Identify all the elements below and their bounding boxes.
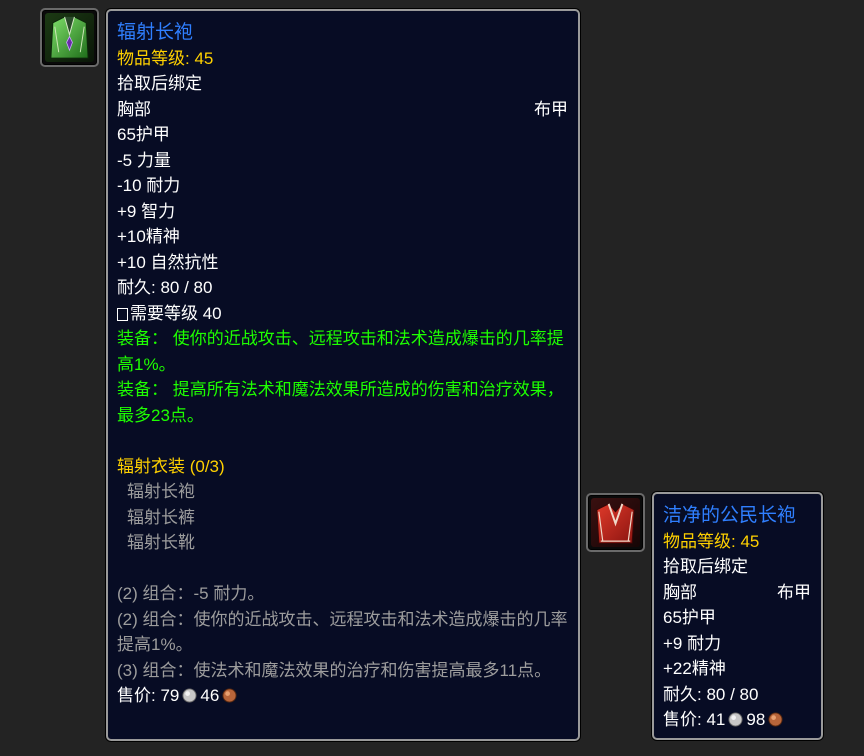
item-sell-price: 售价: 79 46 — [117, 683, 568, 709]
copper-coin-icon — [222, 688, 237, 703]
sell-price-copper: 98 — [746, 710, 766, 729]
item-set-bonus: (2) 组合：-5 耐力。 — [117, 584, 265, 603]
sell-price-copper: 46 — [200, 686, 220, 705]
item-level: 物品等级: 45 — [117, 48, 214, 68]
item-stat: +22精神 — [663, 659, 726, 678]
item-slot-row: 胸部 布甲 — [117, 97, 568, 123]
item-set-piece: 辐射长裤 — [127, 507, 195, 527]
item-set-piece: 辐射长靴 — [127, 533, 195, 552]
item-stat: -5 力量 — [117, 150, 171, 170]
item-slot: 胸部 — [117, 99, 151, 119]
item-slot-row: 胸部 布甲 — [663, 580, 811, 606]
sell-price-silver: 79 — [160, 686, 180, 705]
item-armor: 65护甲 — [117, 125, 170, 144]
item-stat: +10 自然抗性 — [117, 252, 219, 272]
sell-price-label: 售价: — [117, 686, 161, 705]
item-stat: +10精神 — [117, 227, 180, 246]
item-required-level: 需要等级 40 — [130, 303, 222, 323]
silver-coin-icon — [182, 688, 197, 703]
copper-coin-icon — [768, 712, 783, 727]
item-sell-price: 售价: 41 98 — [663, 707, 811, 733]
item-name: 洁净的公民长袍 — [663, 505, 797, 526]
item-tooltip-compare: 洁净的公民长袍 物品等级: 45 拾取后绑定 胸部 布甲 65护甲 +9 耐力 … — [652, 492, 823, 740]
item-icon-red-robe[interactable] — [586, 493, 645, 552]
item-stat: +9 耐力 — [663, 633, 722, 653]
item-armor-type: 布甲 — [534, 99, 568, 119]
item-level: 物品等级: 45 — [663, 531, 760, 551]
item-set-piece: 辐射长袍 — [127, 482, 195, 501]
red-robe-icon — [591, 498, 640, 547]
item-armor-type: 布甲 — [777, 582, 811, 602]
item-stat: -10 耐力 — [117, 176, 181, 195]
sell-price-silver: 41 — [706, 710, 726, 729]
silver-coin-icon — [728, 712, 743, 727]
item-set-name: 辐射衣装 (0/3) — [117, 456, 225, 476]
item-binding: 拾取后绑定 — [117, 74, 202, 93]
item-set-bonus: (3) 组合：使法术和魔法效果的治疗和伤害提高最多11点。 — [117, 660, 552, 680]
item-equip-effect: 装备： 使你的近战攻击、远程攻击和法术造成爆击的几率提高1%。 — [117, 329, 564, 374]
item-tooltip-main: 辐射长袍 物品等级: 45 拾取后绑定 胸部 布甲 65护甲 -5 力量 -10… — [106, 9, 580, 741]
item-name: 辐射长袍 — [117, 22, 194, 43]
item-armor: 65护甲 — [663, 608, 716, 627]
sell-price-label: 售价: — [663, 710, 707, 729]
item-set-bonus: (2) 组合：使你的近战攻击、远程攻击和法术造成爆击的几率提高1%。 — [117, 609, 568, 655]
item-icon-green-robe[interactable] — [40, 8, 99, 67]
item-stat: +9 智力 — [117, 201, 176, 221]
green-robe-icon — [45, 13, 94, 62]
item-binding: 拾取后绑定 — [663, 557, 748, 576]
item-slot: 胸部 — [663, 582, 697, 602]
item-durability: 耐久: 80 / 80 — [663, 684, 759, 704]
item-required-level-row: 需要等级 40 — [117, 301, 568, 327]
item-equip-effect: 装备： 提高所有法术和魔法效果所造成的伤害和治疗效果，最多23点。 — [117, 380, 564, 425]
item-durability: 耐久: 80 / 80 — [117, 278, 213, 297]
requirement-checkbox-icon — [117, 307, 128, 321]
